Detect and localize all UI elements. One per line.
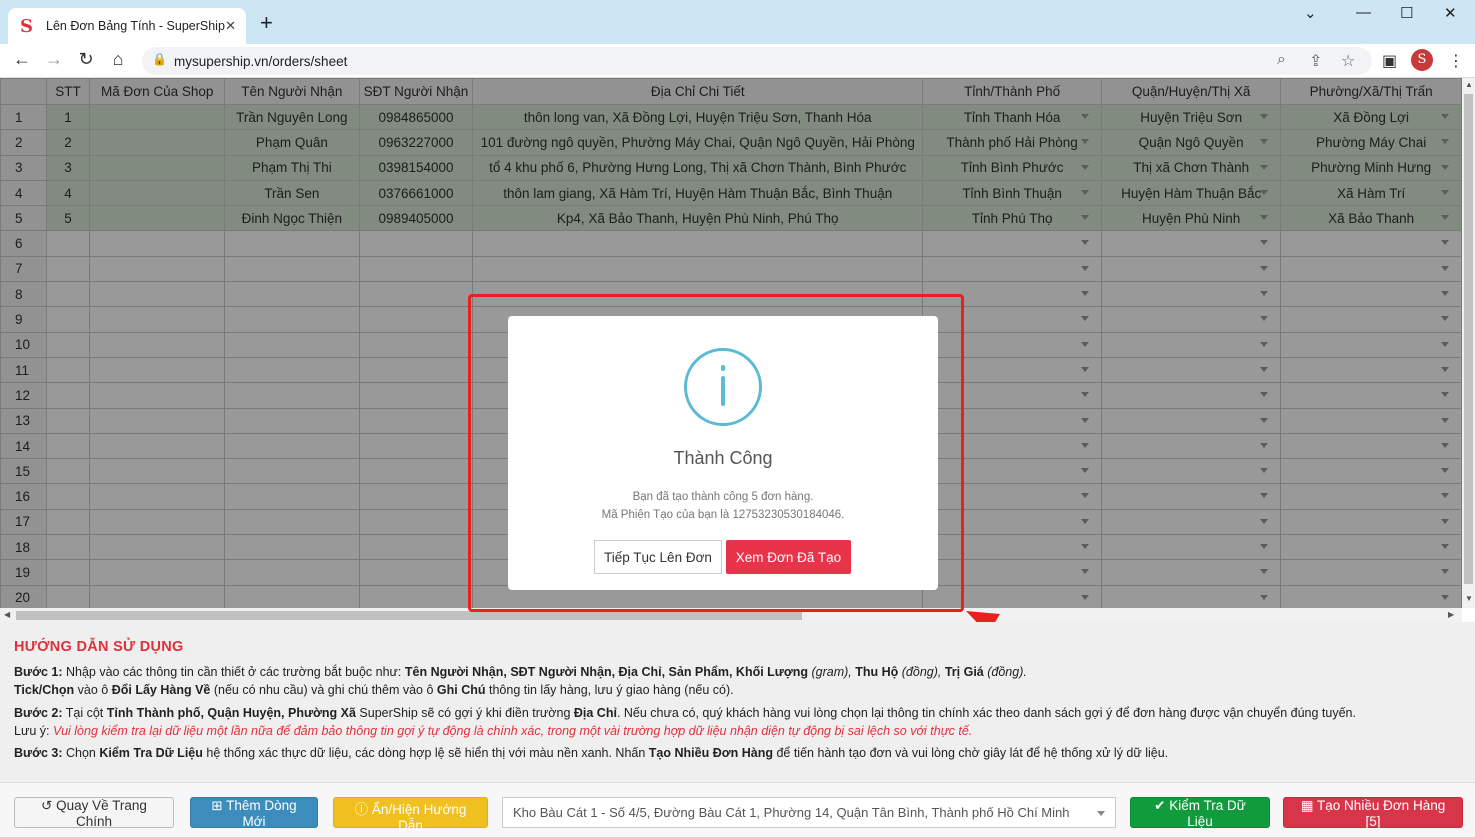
guide-title: HƯỚNG DẪN SỬ DỤNG — [14, 639, 184, 655]
guide-step1: Bước 1: Nhập vào các thông tin cần thiết… — [14, 665, 1027, 679]
plus-square-icon: ⊞ — [211, 798, 223, 813]
guide-step1-tick: Tick/Chọn vào ô Đổi Lấy Hàng Về (nếu có … — [14, 683, 734, 697]
guide-step3: Bước 3: Chọn Kiểm Tra Dữ Liệu hệ thống x… — [14, 746, 1169, 760]
create-orders-button[interactable]: ▦ Tạo Nhiều Đơn Hàng [5] — [1283, 797, 1463, 829]
usage-guide: HƯỚNG DẪN SỬ DỤNG Bước 1: Nhập vào các t… — [0, 622, 1475, 782]
info-circle-icon: ⓘ — [354, 802, 369, 817]
footer-toolbar: ↺ Quay Về Trang Chính ⊞ Thêm Dòng Mới ⓘ … — [0, 782, 1475, 837]
add-row-button[interactable]: ⊞ Thêm Dòng Mới — [190, 797, 318, 829]
check-icon: ✔ — [1154, 798, 1166, 813]
undo-icon: ↺ — [41, 798, 53, 813]
table-icon: ▦ — [1300, 798, 1314, 813]
guide-note: Lưu ý: Vui lòng kiểm tra lại dữ liệu một… — [14, 724, 973, 738]
toggle-guide-button[interactable]: ⓘ Ẩn/Hiện Hướng Dẫn — [333, 797, 488, 833]
back-to-home-button[interactable]: ↺ Quay Về Trang Chính — [14, 797, 174, 829]
chevron-down-icon — [1097, 811, 1105, 816]
warehouse-select-value: Kho Bàu Cát 1 - Số 4/5, Đường Bàu Cát 1,… — [513, 805, 1070, 820]
check-data-button[interactable]: ✔ Kiểm Tra Dữ Liệu — [1130, 797, 1270, 829]
warehouse-select[interactable]: Kho Bàu Cát 1 - Số 4/5, Đường Bàu Cát 1,… — [502, 797, 1116, 828]
guide-step2: Bước 2: Tại cột Tỉnh Thành phố, Quận Huy… — [14, 706, 1356, 720]
